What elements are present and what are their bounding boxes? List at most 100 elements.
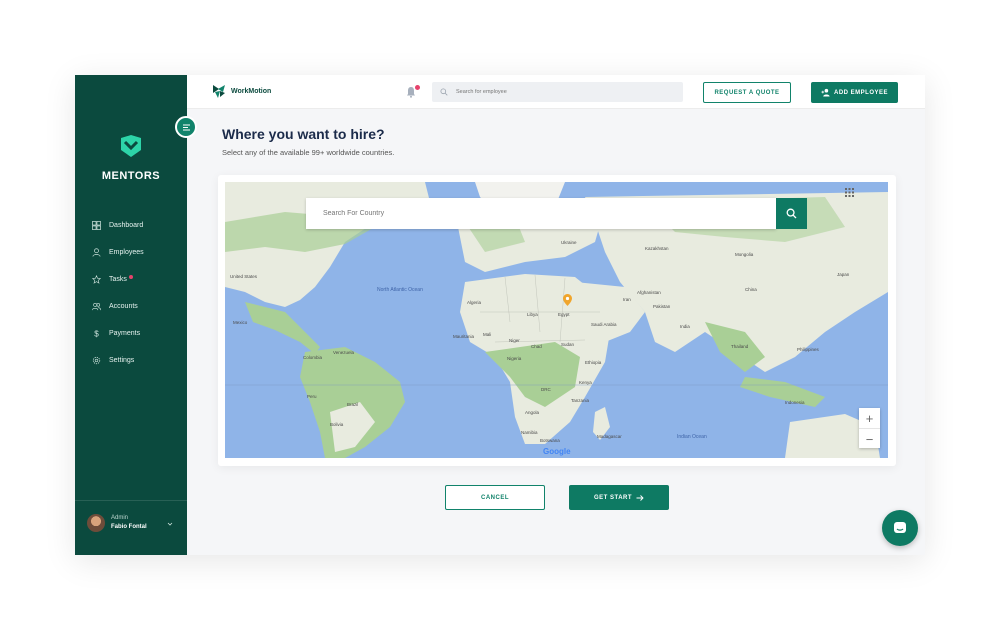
avatar [87, 514, 105, 532]
google-attribution: Google [543, 447, 571, 456]
country-search[interactable] [306, 198, 776, 229]
gear-icon [91, 356, 101, 366]
workmotion-logo-text: WorkMotion [231, 87, 272, 95]
notification-dot [128, 275, 133, 279]
map-label-libya: Libya [527, 312, 538, 317]
app-window: MENTORS Dashboard Employees Tasks Accoun… [75, 75, 925, 555]
employee-search-input[interactable] [456, 89, 656, 95]
notification-dot [415, 85, 420, 90]
add-employee-button[interactable]: ADD EMPLOYEE [811, 82, 898, 103]
world-map[interactable]: North Atlantic Ocean Indian Ocean United… [225, 182, 888, 458]
sidebar-nav: Dashboard Employees Tasks Accounts $ Pay… [91, 212, 144, 374]
svg-text:$: $ [94, 330, 99, 338]
grid-icon[interactable] [845, 188, 854, 197]
get-start-label: GET START [593, 494, 633, 501]
sidebar-item-label: Payments [109, 330, 141, 337]
sidebar-item-employees[interactable]: Employees [91, 239, 144, 266]
dashboard-icon [91, 221, 101, 231]
map-label-niger: Niger [509, 338, 520, 343]
chat-icon [894, 522, 906, 533]
map-label-philippines: Philippines [797, 347, 819, 352]
map-label-iran: Iran [623, 297, 631, 302]
map-label-bolivia: Bolivia [330, 422, 344, 427]
workmotion-logo: WorkMotion [211, 83, 271, 99]
get-start-button[interactable]: GET START [569, 485, 669, 510]
admin-profile[interactable]: Admin Fabio Fontal [75, 500, 187, 545]
country-search-button[interactable] [776, 198, 807, 229]
top-bar: WorkMotion REQUEST A QUOTE ADD EMPLOYEE [187, 75, 925, 109]
users-icon [91, 302, 101, 312]
zoom-controls: + − [859, 408, 880, 448]
map-label-thailand: Thailand [731, 344, 749, 349]
map-label-sudan: Sudan [561, 342, 575, 347]
map-label-pakistan: Pakistan [653, 304, 671, 309]
admin-name: Fabio Fontal [111, 524, 147, 530]
employee-search[interactable] [432, 82, 683, 102]
request-quote-button[interactable]: REQUEST A QUOTE [703, 82, 791, 103]
map-card: North Atlantic Ocean Indian Ocean United… [218, 175, 896, 466]
map-label-brazil: Brazil [347, 402, 359, 407]
country-search-input[interactable] [323, 210, 743, 217]
sidebar-item-label: Tasks [109, 276, 127, 283]
map-label-botswana: Botswana [540, 438, 560, 443]
sidebar-item-label: Accounts [109, 303, 138, 310]
map-label-chad: Chad [531, 344, 542, 349]
user-icon [91, 248, 101, 258]
zoom-out-button[interactable]: − [859, 429, 880, 449]
sidebar-item-label: Employees [109, 249, 144, 256]
sidebar-toggle-button[interactable] [175, 116, 197, 138]
map-label-saudi-arabia: Saudi Arabia [591, 322, 617, 327]
menu-icon [182, 124, 190, 130]
page-title: Where you want to hire? [222, 126, 385, 142]
map-label-tanzania: Tanzania [571, 398, 590, 403]
page-subtitle: Select any of the available 99+ worldwid… [222, 148, 395, 157]
map-label-colombia: Colombia [303, 355, 323, 360]
add-user-icon [821, 88, 830, 97]
map-label-algeria: Algeria [467, 300, 482, 305]
add-employee-label: ADD EMPLOYEE [833, 89, 888, 96]
map-label-mali: Mali [483, 332, 492, 337]
brand: MENTORS [75, 133, 187, 182]
map-label-kenya: Kenya [579, 380, 592, 385]
arrow-right-icon [636, 494, 644, 501]
map-label-egypt: Egypt [558, 312, 570, 317]
map-label-mexico: Mexico [233, 320, 248, 325]
sidebar-item-accounts[interactable]: Accounts [91, 293, 144, 320]
map-label-china: China [745, 287, 757, 292]
star-icon [91, 275, 101, 285]
dollar-icon: $ [91, 329, 101, 339]
map-pin-icon[interactable] [563, 294, 572, 306]
map-label-united-states: United States [230, 274, 258, 279]
map-label-ethiopia: Ethiopia [585, 360, 602, 365]
map-label-namibia: Namibia [521, 430, 538, 435]
workmotion-logo-icon [213, 85, 225, 98]
admin-text: Admin Fabio Fontal [111, 514, 147, 532]
map-label-kazakhstan: Kazakhstan [645, 246, 669, 251]
sidebar-item-label: Dashboard [109, 222, 144, 229]
map-label-indonesia: Indonesia [785, 400, 805, 405]
map-label-afghanistan: Afghanistan [637, 290, 661, 295]
cancel-button[interactable]: CANCEL [445, 485, 545, 510]
map-label-venezuela: Venezuela [333, 350, 355, 355]
brand-name: MENTORS [101, 170, 161, 182]
sidebar-item-label: Settings [109, 357, 135, 364]
chevron-down-icon[interactable] [167, 521, 173, 527]
sidebar-item-payments[interactable]: $ Payments [91, 320, 144, 347]
search-icon [440, 88, 448, 96]
map-label-north-atlantic: North Atlantic Ocean [377, 287, 423, 293]
map-label-drc: DRC [541, 387, 551, 392]
chat-launcher-button[interactable] [882, 510, 918, 546]
admin-role: Admin [111, 515, 129, 521]
search-icon [786, 208, 797, 219]
map-label-ukraine: Ukraine [561, 240, 577, 245]
sidebar-item-settings[interactable]: Settings [91, 347, 144, 374]
sidebar-item-tasks[interactable]: Tasks [91, 266, 144, 293]
map-label-mauritania: Mauritania [453, 334, 475, 339]
sidebar-item-dashboard[interactable]: Dashboard [91, 212, 144, 239]
map-label-nigeria: Nigeria [507, 356, 522, 361]
zoom-in-button[interactable]: + [859, 408, 880, 428]
map-label-japan: Japan [837, 272, 850, 277]
map-label-peru: Peru [307, 394, 317, 399]
map-label-indian-ocean: Indian Ocean [677, 434, 707, 440]
map-label-mongolia: Mongolia [735, 252, 754, 257]
